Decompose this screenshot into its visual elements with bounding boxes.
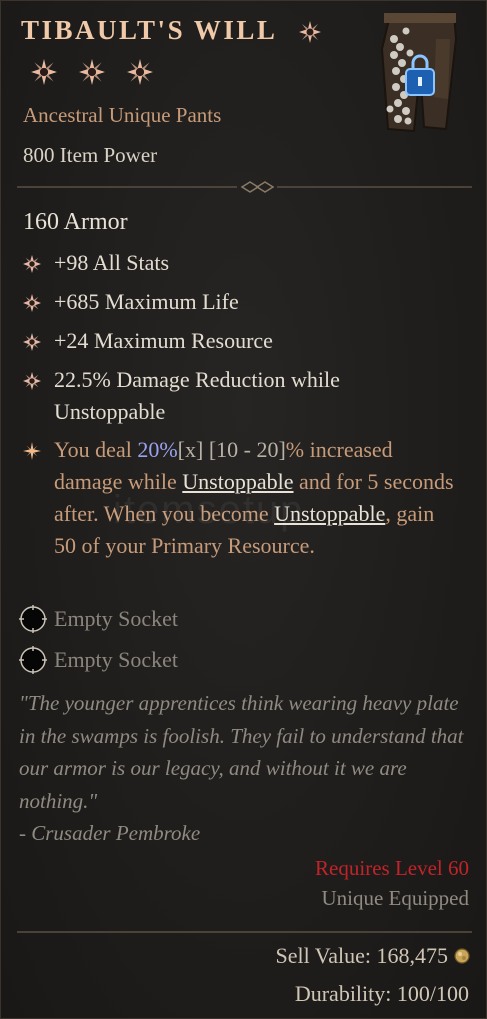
pants-item-image [380,11,458,133]
watermark: itemsetup [113,488,305,532]
sparkle-star-icon [127,59,153,85]
item-name: TIBAULT'S WILL [21,15,278,45]
affix-text: +24 Maximum Resource [54,328,273,353]
unique-equipped: Unique Equipped [321,886,469,910]
star-bullet-icon [23,372,41,390]
empty-socket[interactable]: Empty Socket [19,646,178,674]
socket-label: Empty Socket [54,606,179,631]
unique-range: [10 - 20] [208,437,286,462]
unique-percent: 20% [137,437,178,462]
durability: Durability: 100/100 [294,981,469,1006]
item-type: Ancestral Unique Pants [23,103,222,127]
star-bullet-icon [23,294,41,312]
item-power: 800 Item Power [23,143,158,167]
gold-coin-icon [454,948,470,964]
unique-star-icon [299,21,321,43]
rarity-stars [31,59,153,85]
socket-ring-icon [19,605,47,633]
affix-text: +685 Maximum Life [54,289,239,314]
footer-divider [17,931,472,933]
item-tooltip: TIBAULT'S WILL Ancestral Unique Pants 80… [0,0,487,1019]
socket-label: Empty Socket [54,647,179,672]
affix-text: 22.5% Damage Reduction while Unstoppable [54,367,340,424]
armor-value: 160 Armor [23,209,128,235]
flavor-text: "The younger apprentices think wearing h… [19,687,474,850]
sell-value-text: Sell Value: 168,475 [275,943,448,968]
section-divider [17,181,472,193]
socket-ring-icon [19,646,47,674]
unique-x: [x] [177,437,209,462]
unique-text-part: You deal [54,437,138,462]
flavor-author: - Crusader Pembroke [19,821,201,845]
flavor-quote: "The younger apprentices think wearing h… [19,691,464,813]
sell-value: Sell Value: 168,475 [275,943,470,969]
unique-star-icon [23,442,41,460]
level-requirement: Requires Level 60 [315,856,469,880]
sparkle-star-icon [31,59,57,85]
empty-socket[interactable]: Empty Socket [19,605,178,633]
affix-text: +98 All Stats [54,250,170,275]
star-bullet-icon [23,333,41,351]
star-bullet-icon [23,255,41,273]
sparkle-star-icon [79,59,105,85]
